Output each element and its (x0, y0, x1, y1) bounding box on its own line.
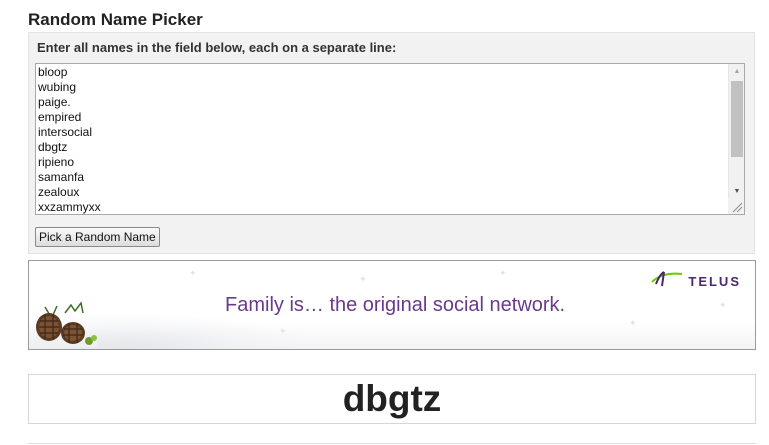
pinecones-icon (31, 297, 103, 349)
name-line: dbgtz (38, 140, 68, 154)
brand-logo: TELUS (650, 270, 741, 293)
name-line: paige. (38, 95, 71, 109)
name-entry-panel: Enter all names in the field below, each… (28, 32, 755, 254)
divider (28, 443, 756, 444)
names-textarea[interactable]: bloop wubing paige. empired intersocial dbgtz… (35, 63, 745, 215)
instructions-label: Enter all names in the field below, each… (37, 40, 397, 55)
pick-random-name-button[interactable]: Pick a Random Name (35, 227, 160, 247)
snowflake-icon: ✦ (629, 318, 637, 328)
ad-banner[interactable]: ✦ ✦ ✦ ✦ ✦ ✦ Family is… the original soci… (28, 260, 756, 350)
snowflake-icon: ✦ (359, 274, 367, 284)
snowflake-icon: ✦ (499, 268, 507, 278)
name-line: ripieno (38, 155, 75, 169)
name-line: xxzammyxx (38, 200, 101, 214)
page-title: Random Name Picker (28, 10, 203, 29)
result-box: dbgtz (28, 374, 756, 424)
name-line: samanfa (38, 170, 85, 184)
name-line: zealoux (38, 185, 80, 199)
ad-tagline: Family is… the original social network. (225, 294, 566, 316)
name-line: bloop (38, 65, 68, 79)
snowflake-icon: ✦ (189, 268, 197, 278)
brand-name: TELUS (688, 273, 741, 289)
name-line: wubing (38, 80, 77, 94)
resize-grip-icon[interactable] (728, 198, 744, 214)
name-line: intersocial (38, 125, 93, 139)
names-list: bloop wubing paige. empired intersocial dbgtz… (38, 65, 101, 214)
snowflake-icon: ✦ (719, 300, 727, 310)
name-line: empired (38, 110, 82, 124)
snowflake-icon: ✦ (279, 326, 287, 336)
telus-logo-icon (650, 270, 684, 293)
vertical-scrollbar[interactable]: ▲ ▼ (728, 64, 744, 200)
picked-name: dbgtz (342, 378, 442, 419)
scroll-up-arrow-icon[interactable]: ▲ (729, 64, 744, 80)
scrollbar-thumb[interactable] (731, 81, 743, 157)
